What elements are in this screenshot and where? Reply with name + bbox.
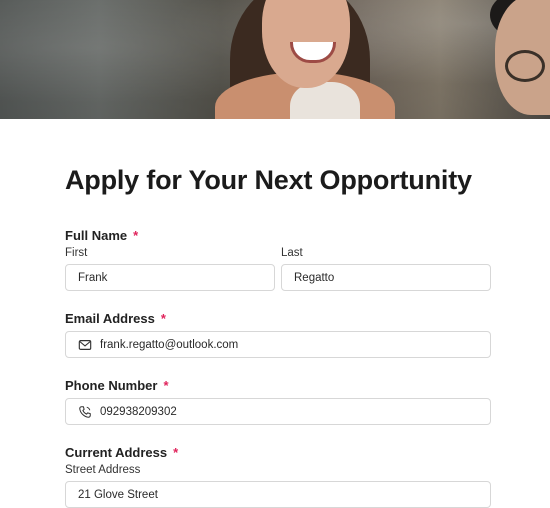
email-label: Email Address * xyxy=(65,311,166,326)
required-asterisk: * xyxy=(163,378,169,393)
address-label: Current Address * xyxy=(65,445,178,460)
email-label-text: Email Address xyxy=(65,311,155,326)
phone-label-text: Phone Number xyxy=(65,378,158,393)
first-name-input[interactable]: Frank xyxy=(65,264,275,291)
required-asterisk: * xyxy=(173,445,179,460)
full-name-label: Full Name * xyxy=(65,228,138,243)
full-name-label-text: Full Name xyxy=(65,228,128,243)
hero-photo xyxy=(0,0,550,119)
last-name-value: Regatto xyxy=(294,271,335,284)
phone-label: Phone Number * xyxy=(65,378,169,393)
first-name-sublabel: First xyxy=(65,247,88,259)
first-name-value: Frank xyxy=(78,271,108,284)
phone-value: 092938209302 xyxy=(100,405,177,418)
last-name-input[interactable]: Regatto xyxy=(281,264,491,291)
email-field[interactable]: frank.regatto@outlook.com xyxy=(65,331,491,358)
street-address-input[interactable]: 21 Glove Street xyxy=(65,481,491,508)
phone-icon xyxy=(78,405,92,419)
form-title: Apply for Your Next Opportunity xyxy=(65,165,472,195)
required-asterisk: * xyxy=(133,228,139,243)
email-value: frank.regatto@outlook.com xyxy=(100,338,239,351)
phone-field[interactable]: 092938209302 xyxy=(65,398,491,425)
street-address-value: 21 Glove Street xyxy=(78,488,158,501)
required-asterisk: * xyxy=(160,311,166,326)
last-name-sublabel: Last xyxy=(281,247,303,259)
envelope-icon xyxy=(78,338,92,352)
street-address-sublabel: Street Address xyxy=(65,464,141,476)
address-label-text: Current Address xyxy=(65,445,168,460)
